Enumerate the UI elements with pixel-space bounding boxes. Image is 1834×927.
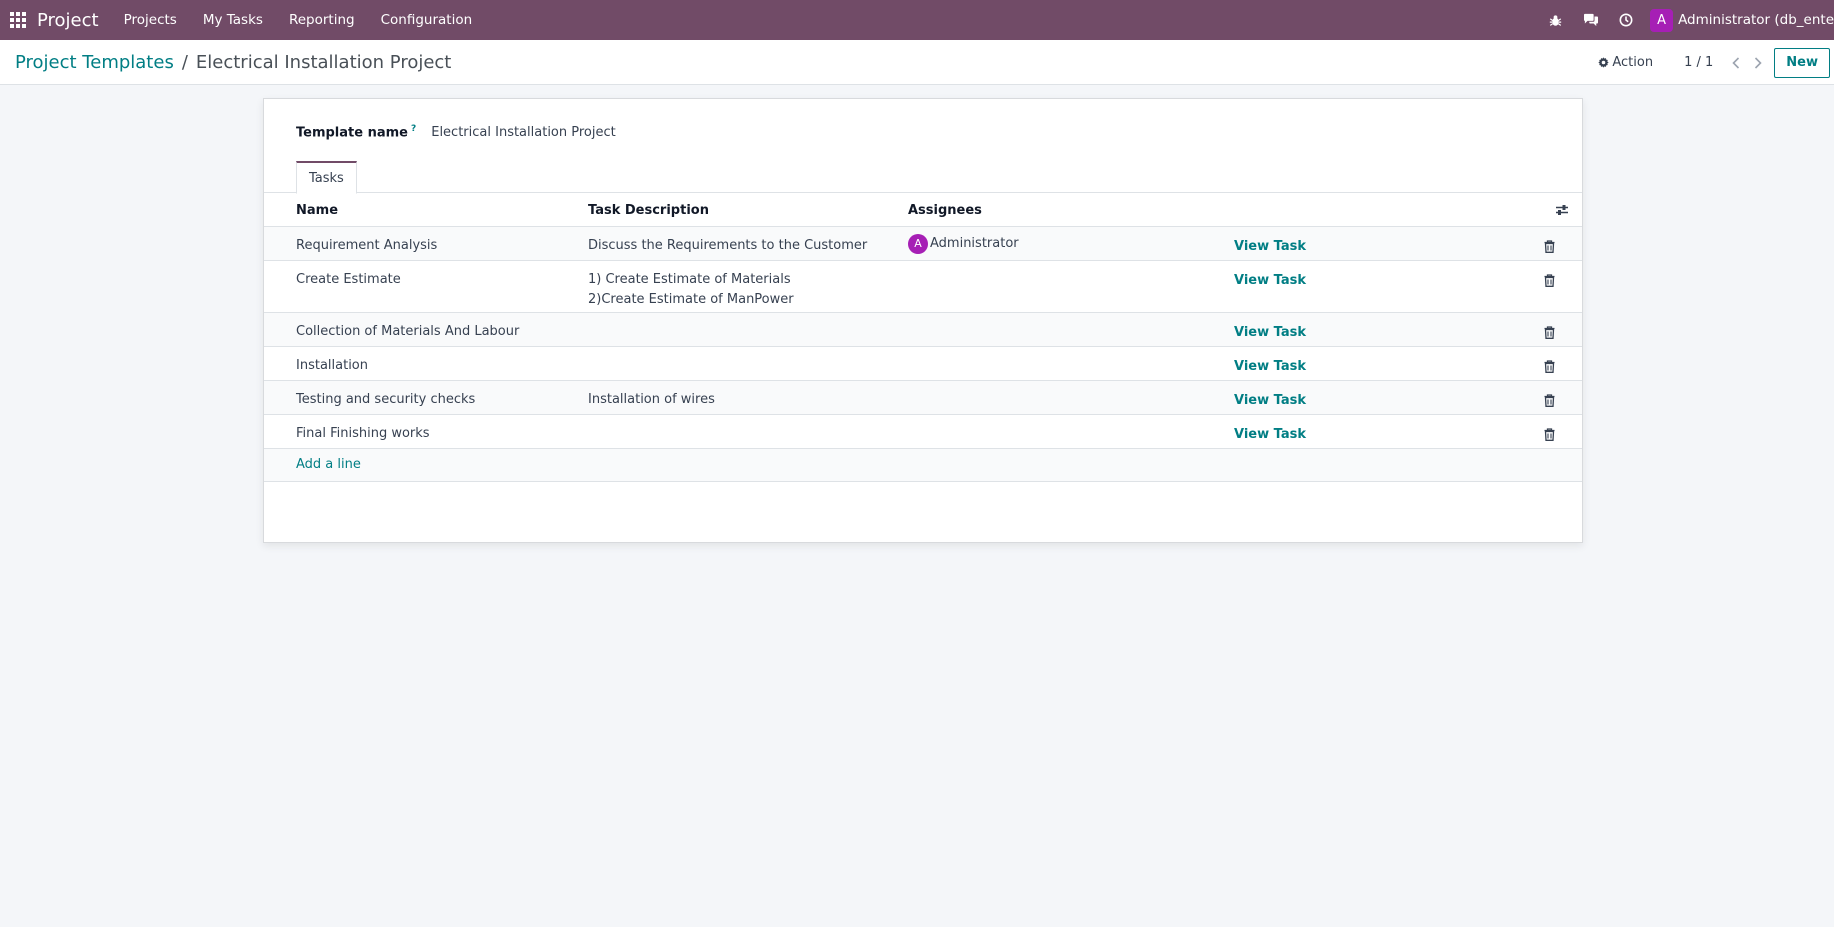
breadcrumb: Project Templates / Electrical Installat…	[15, 52, 451, 73]
user-avatar: A	[1650, 8, 1674, 32]
trash-icon[interactable]	[1542, 238, 1556, 254]
breadcrumb-current: Electrical Installation Project	[195, 51, 452, 73]
chat-icon[interactable]	[1573, 0, 1608, 40]
app-brand[interactable]: Project	[37, 10, 99, 31]
menu-item-configuration[interactable]: Configuration	[368, 0, 486, 40]
pager-value[interactable]: 1 / 1	[1684, 55, 1713, 70]
menu-item-reporting[interactable]: Reporting	[276, 0, 368, 40]
optional-columns-toggle-icon[interactable]	[1554, 202, 1570, 218]
user-menu[interactable]: A Administrator (db_ente	[1643, 0, 1834, 40]
table-row[interactable]: Create Estimate 1) Create Estimate of Ma…	[264, 261, 1582, 313]
pager-next-icon[interactable]	[1747, 52, 1769, 74]
table-header: Name Task Description Assignees	[264, 194, 1582, 227]
action-label: Action	[1612, 55, 1654, 70]
trash-icon[interactable]	[1542, 324, 1556, 340]
apps-grid-icon[interactable]	[0, 0, 36, 40]
pager-previous-icon[interactable]	[1725, 52, 1747, 74]
task-name[interactable]: Collection of Materials And Labour	[296, 322, 519, 342]
view-task-button[interactable]: View Task	[1234, 271, 1306, 291]
column-header-assignees[interactable]: Assignees	[908, 194, 982, 227]
breadcrumb-project-templates[interactable]: Project Templates	[15, 52, 174, 73]
task-description-line-2: 2)Create Estimate of ManPower	[588, 292, 794, 307]
add-line-row: Add a line	[264, 449, 1582, 482]
systray: A Administrator (db_ente	[1538, 0, 1834, 40]
template-name-input[interactable]: Electrical Installation Project	[431, 125, 616, 140]
trash-icon[interactable]	[1542, 426, 1556, 442]
top-navbar: Project Projects My Tasks Reporting Conf…	[0, 0, 1834, 40]
trash-icon[interactable]	[1542, 272, 1556, 288]
add-line-link[interactable]: Add a line	[296, 457, 361, 472]
tasks-table: Name Task Description Assignees Requirem…	[264, 194, 1582, 482]
table-row[interactable]: Requirement Analysis Discuss the Require…	[264, 227, 1582, 261]
new-button[interactable]: New	[1774, 47, 1830, 78]
task-name[interactable]: Create Estimate	[296, 270, 401, 290]
control-panel: Project Templates / Electrical Installat…	[0, 40, 1834, 85]
task-name[interactable]: Final Finishing works	[296, 424, 430, 444]
form-sheet: Template name? Electrical Installation P…	[263, 98, 1583, 543]
task-assignee[interactable]: A Administrator	[908, 234, 1019, 254]
trash-icon[interactable]	[1542, 358, 1556, 374]
column-header-name[interactable]: Name	[296, 194, 338, 227]
template-name-field: Template name? Electrical Installation P…	[296, 124, 616, 140]
view-task-button[interactable]: View Task	[1234, 357, 1306, 377]
tab-tasks[interactable]: Tasks	[296, 161, 357, 194]
menu-item-my-tasks[interactable]: My Tasks	[190, 0, 276, 40]
main-menu: Projects My Tasks Reporting Configuratio…	[111, 0, 486, 40]
task-name[interactable]: Requirement Analysis	[296, 236, 437, 256]
column-header-description[interactable]: Task Description	[588, 194, 709, 227]
bug-icon[interactable]	[1538, 0, 1573, 40]
user-name: Administrator (db_ente	[1678, 12, 1834, 28]
task-description[interactable]: Installation of wires	[588, 390, 715, 410]
trash-icon[interactable]	[1542, 392, 1556, 408]
clock-icon[interactable]	[1608, 0, 1643, 40]
action-button[interactable]: Action	[1598, 55, 1653, 70]
template-name-label: Template name?	[296, 124, 417, 141]
task-description-line-1: 1) Create Estimate of Materials	[588, 272, 791, 287]
control-panel-actions: Action 1 / 1 New	[1598, 40, 1834, 85]
menu-item-projects[interactable]: Projects	[111, 0, 190, 40]
table-row[interactable]: Final Finishing works View Task	[264, 415, 1582, 449]
help-tooltip-icon[interactable]: ?	[411, 124, 416, 134]
assignee-avatar: A	[908, 234, 928, 254]
table-row[interactable]: Collection of Materials And Labour View …	[264, 313, 1582, 347]
table-row[interactable]: Installation View Task	[264, 347, 1582, 381]
breadcrumb-separator: /	[181, 51, 188, 73]
task-description[interactable]: Discuss the Requirements to the Customer	[588, 236, 867, 256]
task-name[interactable]: Installation	[296, 356, 368, 376]
view-task-button[interactable]: View Task	[1234, 391, 1306, 411]
task-description[interactable]: 1) Create Estimate of Materials 2)Create…	[588, 270, 794, 310]
view-task-button[interactable]: View Task	[1234, 425, 1306, 445]
view-task-button[interactable]: View Task	[1234, 323, 1306, 343]
notebook-tabs: Tasks	[264, 161, 1582, 194]
task-name[interactable]: Testing and security checks	[296, 390, 475, 410]
gear-icon	[1598, 57, 1610, 68]
table-row[interactable]: Testing and security checks Installation…	[264, 381, 1582, 415]
assignee-name: Administrator	[930, 236, 1019, 251]
view-task-button[interactable]: View Task	[1234, 237, 1306, 257]
